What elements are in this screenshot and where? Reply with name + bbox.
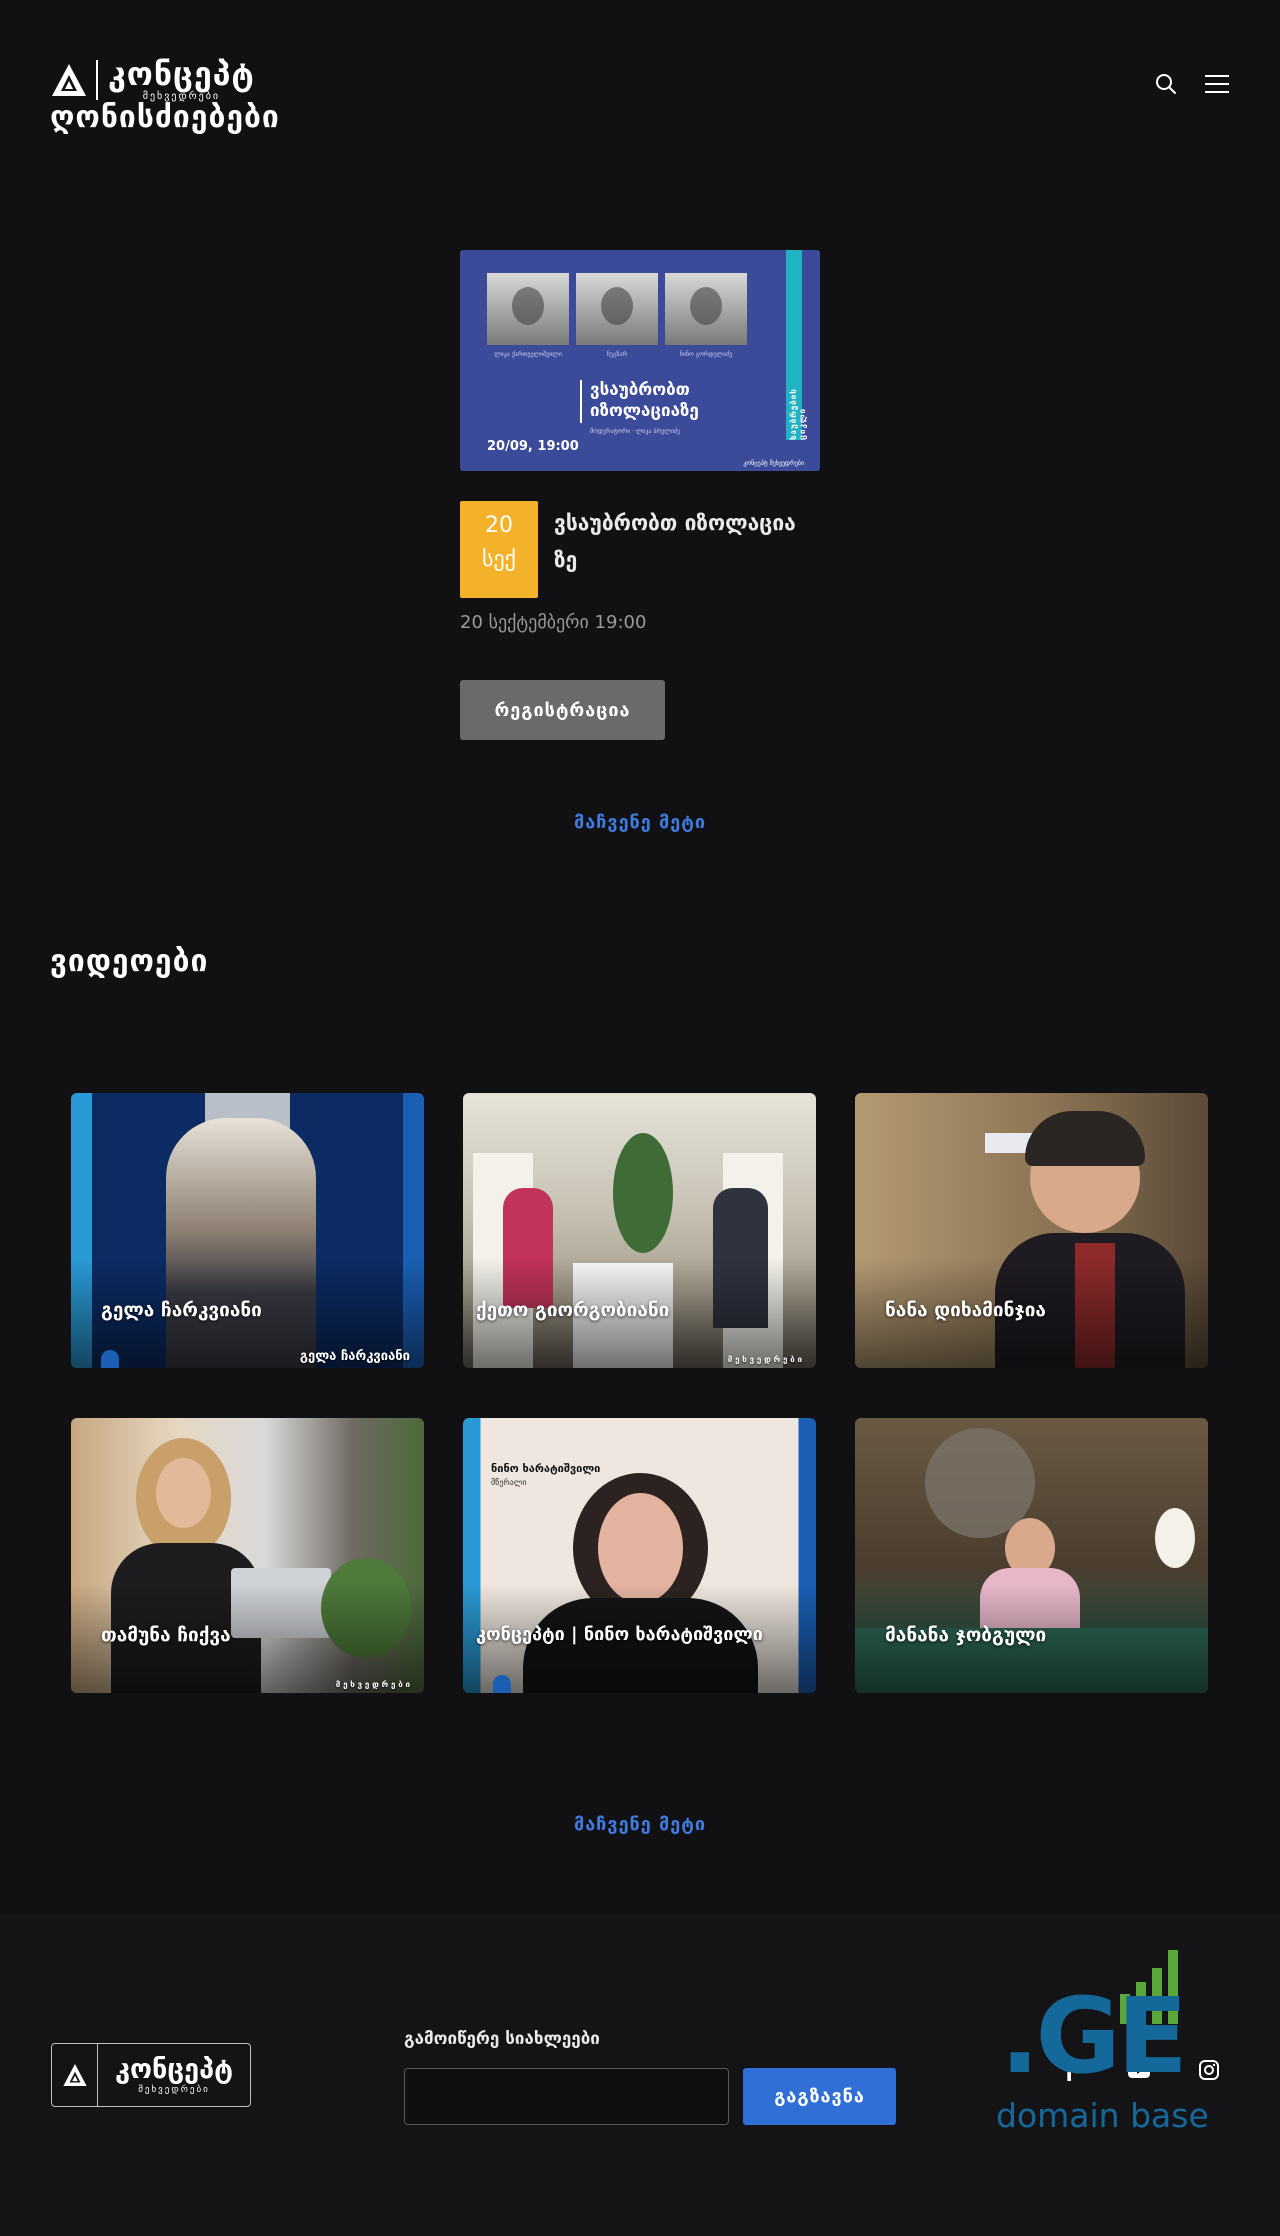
- event-time: 20 სექტემბერი 19:00: [460, 612, 647, 633]
- speaker-caption: ნინო გორდელაძე: [679, 351, 733, 358]
- video-title: კონცეპტი | ნინო ხარატიშვილი: [476, 1624, 763, 1645]
- footer-logo[interactable]: კონცეპტ მეხვედრები: [51, 2043, 251, 2107]
- event-day: 20: [485, 513, 513, 538]
- videos-section-title: ვიდეოები: [50, 944, 209, 979]
- footer-logo-name: კონცეპტ: [115, 2053, 233, 2085]
- hamburger-menu-icon[interactable]: [1204, 73, 1230, 95]
- video-title: თამუნა ჩიქვა: [101, 1624, 231, 1646]
- newsletter-send-button[interactable]: გაგზავნა: [743, 2068, 896, 2125]
- speaker-caption: ლიკა ქართველიშვილი: [494, 351, 562, 358]
- site-header: კონცეპტ მეხვედრები ღონისძიებები: [0, 0, 1280, 150]
- event-title[interactable]: ვსაუბრობთ იზოლაცია ზე: [554, 505, 820, 598]
- page-title: ღონისძიებები: [50, 100, 280, 135]
- video-tag: მ ე ხ ვ ე დ რ ე ბ ი: [727, 1355, 802, 1364]
- video-card[interactable]: მანანა ჯობგული: [855, 1418, 1208, 1693]
- video-grid: გელა ჩარკვიანი გელა ჩარკვიანი ქეთო გიორგ…: [71, 1093, 1209, 1693]
- video-card[interactable]: ნინო ხარატიშვილი მწერალი კონცეპტი | ნინო…: [463, 1418, 816, 1693]
- video-card[interactable]: გელა ჩარკვიანი გელა ჩარკვიანი: [71, 1093, 424, 1368]
- poster-ribbon: საუბრების ციკლი: [786, 250, 807, 440]
- video-title: მანანა ჯობგული: [885, 1624, 1047, 1646]
- speaker-photo: [665, 273, 747, 345]
- brand-mark-icon: [101, 1350, 119, 1368]
- speaker-caption: ნუგზარ: [606, 351, 628, 358]
- triangle-logo-icon: [52, 64, 86, 96]
- poster-subtitle: მოდერატორი · ლიკა ბრელიძე: [590, 428, 680, 435]
- poster-org-logo: კონცეპტ მეხვედრები: [743, 460, 804, 467]
- site-logo[interactable]: კონცეპტ მეხვედრები: [50, 58, 255, 102]
- logo-name: კონცეპტ: [108, 55, 255, 93]
- video-title: ქეთო გიორგობიანი: [476, 1299, 670, 1321]
- triangle-logo-icon: [62, 2064, 87, 2086]
- video-top-subcaption: მწერალი: [491, 1478, 527, 1487]
- event-poster[interactable]: ლიკა ქართველიშვილი ნუგზარ ნინო გორდელაძე…: [460, 250, 820, 471]
- event-date-badge: 20 სექ: [460, 501, 538, 598]
- instagram-icon[interactable]: [1197, 2058, 1221, 2082]
- show-more-events-link[interactable]: მაჩვენე მეტი: [0, 812, 1280, 833]
- brand-mark-icon: [493, 1675, 511, 1693]
- video-tag: გელა ჩარკვიანი: [299, 1349, 410, 1364]
- newsletter-label: გამოიწერე სიახლეები: [404, 2029, 600, 2049]
- poster-headline: ვსაუბრობთ იზოლაციაზე: [580, 380, 699, 423]
- watermark-caption: domain base: [996, 2096, 1209, 2135]
- video-card[interactable]: თამუნა ჩიქვა მ ე ხ ვ ე დ რ ე ბ ი: [71, 1418, 424, 1693]
- speaker-photo: [576, 273, 658, 345]
- poster-ribbon-text: საუბრების ციკლი: [789, 388, 807, 440]
- footer-logo-subtitle: მეხვედრები: [138, 2084, 210, 2095]
- poster-headline-line: იზოლაციაზე: [590, 401, 699, 422]
- watermark-text: .GE: [1000, 1975, 1188, 2097]
- show-more-videos-link[interactable]: მაჩვენე მეტი: [0, 1814, 1280, 1835]
- register-button[interactable]: რეგისტრაცია: [460, 680, 665, 740]
- newsletter-email-input[interactable]: [404, 2068, 729, 2125]
- speaker-photo: [487, 273, 569, 345]
- event-card: ლიკა ქართველიშვილი ნუგზარ ნინო გორდელაძე…: [460, 250, 820, 740]
- video-top-caption: ნინო ხარატიშვილი: [491, 1462, 601, 1475]
- video-card[interactable]: ქეთო გიორგობიანი მ ე ხ ვ ე დ რ ე ბ ი: [463, 1093, 816, 1368]
- poster-date: 20/09, 19:00: [487, 439, 579, 454]
- video-card[interactable]: ნანა დიხამინჯია: [855, 1093, 1208, 1368]
- video-title: ნანა დიხამინჯია: [885, 1299, 1046, 1321]
- event-month: სექ: [482, 547, 516, 573]
- search-icon[interactable]: [1154, 72, 1178, 96]
- poster-headline-line: ვსაუბრობთ: [590, 380, 690, 400]
- video-title: გელა ჩარკვიანი: [101, 1299, 262, 1321]
- video-tag: მ ე ხ ვ ე დ რ ე ბ ი: [335, 1680, 410, 1689]
- logo-divider: [96, 60, 98, 100]
